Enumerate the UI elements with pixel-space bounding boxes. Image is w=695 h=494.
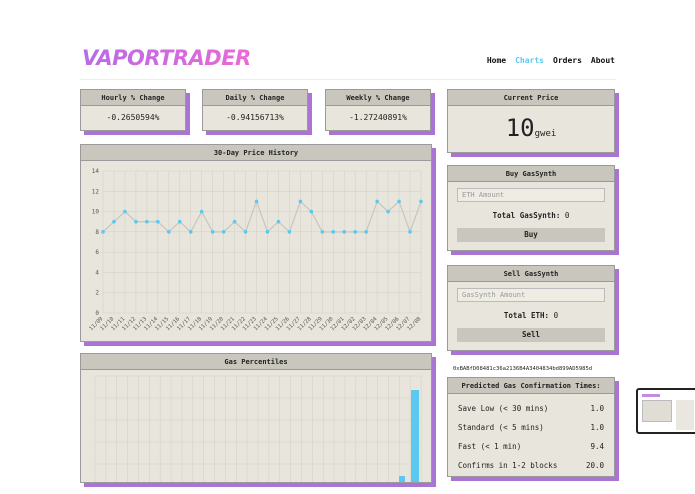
hourly-change-label: Hourly % Change [81, 90, 185, 106]
gas-percentiles-chart [94, 375, 422, 482]
confirm-row-value: 20.0 [585, 461, 604, 470]
price-point [419, 199, 423, 204]
current-price-panel: Current Price 10gwei [447, 89, 615, 153]
price-point [156, 219, 160, 224]
y-tick-label: 14 [92, 168, 100, 175]
y-tick-label: 2 [95, 290, 99, 297]
price-point [254, 199, 259, 204]
price-point [276, 219, 281, 224]
sell-title: Sell GasSynth [448, 266, 614, 282]
price-point [353, 230, 358, 234]
price-point [375, 199, 379, 204]
price-point [210, 230, 215, 234]
daily-change-label: Daily % Change [203, 90, 307, 106]
price-point [320, 230, 325, 234]
confirm-row-label: Confirms in 1-2 blocks [458, 461, 558, 470]
price-point [386, 209, 390, 214]
price-point [123, 209, 127, 214]
sell-panel: Sell GasSynth GasSynth Amount Total ETH:… [447, 265, 615, 351]
nav-home[interactable]: Home [487, 56, 506, 65]
price-point [134, 219, 138, 224]
price-point [221, 230, 226, 234]
price-point [232, 219, 237, 224]
sell-total: Total ETH: 0 [448, 311, 614, 320]
confirmation-times-panel: Predicted Gas Confirmation Times: Save L… [447, 377, 615, 477]
header-divider [80, 79, 616, 80]
price-point [101, 230, 105, 234]
confirm-row: Fast (< 1 min) 9.4 [448, 437, 614, 456]
weekly-change-label: Weekly % Change [326, 90, 430, 106]
daily-change-value: -0.94156713% [226, 113, 284, 122]
weekly-change-panel: Weekly % Change -1.27240891% [325, 89, 431, 131]
confirm-row-value: 1.0 [590, 423, 604, 432]
buy-panel: Buy GasSynth ETH Amount Total GasSynth: … [447, 165, 615, 251]
price-point [342, 230, 347, 234]
buy-title: Buy GasSynth [448, 166, 614, 182]
screenshot-thumbnail[interactable] [636, 388, 695, 434]
price-point [243, 230, 248, 234]
y-tick-label: 8 [95, 229, 99, 236]
price-point [112, 219, 116, 224]
confirmation-times-title: Predicted Gas Confirmation Times: [448, 378, 614, 394]
contract-address: 0xBABfD08481c36a2136B4A3404834bd899AD598… [453, 366, 593, 372]
price-history-title: 30-Day Price History [81, 145, 431, 161]
y-tick-label: 4 [95, 269, 99, 276]
gassynth-amount-input[interactable]: GasSynth Amount [457, 288, 605, 302]
confirm-row-label: Save Low (< 30 mins) [458, 404, 549, 413]
nav-orders[interactable]: Orders [553, 56, 582, 65]
y-tick-label: 0 [95, 310, 99, 317]
vaportrader-logo[interactable]: VAPORTRADER [82, 46, 251, 70]
percentile-bar [411, 390, 419, 482]
price-history-panel: 30-Day Price History 0 2 4 6 8 10 12 14 11/09 11/… [80, 144, 432, 342]
gas-percentiles-title: Gas Percentiles [81, 354, 431, 370]
price-point [145, 219, 149, 224]
price-point [397, 199, 401, 204]
price-series-line [102, 199, 422, 234]
hourly-change-panel: Hourly % Change -0.2650594% [80, 89, 186, 131]
current-price-title: Current Price [448, 90, 614, 106]
price-point [364, 230, 368, 234]
price-point [188, 230, 193, 234]
price-point [309, 209, 314, 214]
current-price-readout: 10gwei [448, 114, 614, 142]
confirm-row-label: Fast (< 1 min) [458, 442, 522, 451]
price-point [287, 230, 292, 234]
price-point [408, 230, 412, 234]
eth-amount-input[interactable]: ETH Amount [457, 188, 605, 202]
sell-button[interactable]: Sell [457, 328, 605, 342]
price-point [265, 230, 270, 234]
price-point [331, 230, 336, 234]
nav-about[interactable]: About [591, 56, 615, 65]
sell-total-label: Total ETH: [503, 311, 550, 320]
daily-change-panel: Daily % Change -0.94156713% [202, 89, 308, 131]
nav-charts[interactable]: Charts [515, 56, 544, 65]
price-point [199, 209, 204, 214]
current-price-unit: gwei [534, 129, 557, 139]
price-point [177, 219, 182, 224]
gas-percentiles-panel: Gas Percentiles [80, 353, 432, 483]
buy-total-label: Total GasSynth: [492, 211, 561, 220]
weekly-change-value: -1.27240891% [349, 113, 407, 122]
price-point [298, 199, 303, 204]
confirm-row: Confirms in 1-2 blocks 20.0 [448, 456, 614, 475]
sell-total-value: 0 [553, 311, 559, 320]
current-price-value: 10 [505, 114, 535, 142]
confirm-row: Save Low (< 30 mins) 1.0 [448, 399, 614, 418]
hourly-change-value: -0.2650594% [106, 113, 160, 122]
confirm-row: Standard (< 5 mins) 1.0 [448, 418, 614, 437]
percentile-bar [399, 476, 405, 482]
y-tick-label: 6 [95, 249, 99, 256]
price-history-chart: 0246810121411/0911/1011/1111/1211/1311/1… [88, 168, 423, 332]
main-nav: Home Charts Orders About [487, 56, 615, 65]
y-tick-label: 10 [92, 209, 100, 216]
buy-button[interactable]: Buy [457, 228, 605, 242]
buy-total-value: 0 [564, 211, 570, 220]
confirm-row-value: 9.4 [590, 442, 604, 451]
confirm-row-value: 1.0 [590, 404, 604, 413]
y-tick-label: 12 [92, 188, 100, 195]
buy-total: Total GasSynth: 0 [448, 211, 614, 220]
price-point [166, 230, 171, 234]
confirm-row-label: Standard (< 5 mins) [458, 423, 544, 432]
